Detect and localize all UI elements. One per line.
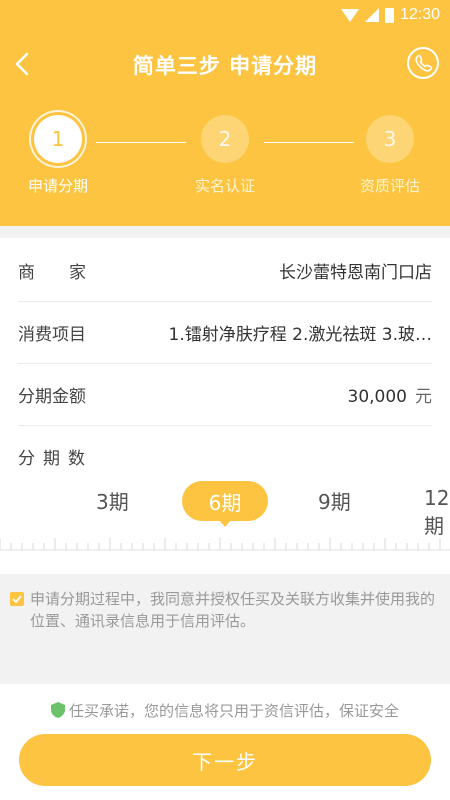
- privacy-text: 任买承诺，您的信息将只用于资信评估，保证安全: [68, 702, 399, 720]
- bottom-bar: 任买承诺，您的信息将只用于资信评估，保证安全 下一步: [0, 684, 450, 800]
- step-label: 实名认证: [194, 177, 255, 195]
- amount-field: 30,000 元: [348, 382, 432, 407]
- items-label: 消费项目: [18, 325, 86, 345]
- amount-value: 30,000: [347, 387, 407, 407]
- period-option-3[interactable]: 3期: [96, 486, 129, 515]
- page-title: 简单三步 申请分期: [132, 54, 318, 78]
- status-time: 12:30: [399, 6, 440, 23]
- shield-icon: [50, 702, 65, 718]
- step-number: 2: [201, 115, 249, 163]
- period-picker[interactable]: 3期 6期 9期 12期: [0, 476, 450, 538]
- period-ruler[interactable]: [0, 536, 450, 552]
- battery-icon: [384, 7, 394, 23]
- merchant-label: 商 家: [18, 263, 86, 283]
- status-bar: 12:30: [0, 0, 450, 32]
- period-option-selected[interactable]: 6期: [182, 481, 268, 527]
- phone-icon[interactable]: [406, 46, 440, 80]
- consent-section: 申请分期过程中，我同意并授权任买及关联方收集并使用我的位置、通讯录信息用于信用评…: [0, 588, 450, 683]
- step-3: 3 资质评估: [340, 115, 440, 196]
- step-1: 1 申请分期: [8, 115, 108, 196]
- merchant-value: 长沙蕾特恩南门口店: [279, 263, 432, 283]
- nav-bar: 简单三步 申请分期: [0, 38, 450, 90]
- period-option-9[interactable]: 9期: [318, 486, 351, 515]
- step-connector: [96, 142, 186, 143]
- wifi-icon: [340, 8, 359, 22]
- step-indicator: 1 申请分期 2 实名认证 3 资质评估: [0, 115, 450, 205]
- step-2: 2 实名认证: [175, 115, 275, 196]
- merchant-row: 商 家 长沙蕾特恩南门口店: [18, 240, 432, 302]
- step-number: 3: [366, 115, 414, 163]
- header: 12:30 简单三步 申请分期 1 申请分期 2 实名认证 3 资质评估: [0, 0, 450, 226]
- items-value: 1.镭射净肤疗程 2.激光祛斑 3.玻…: [168, 325, 432, 345]
- application-form: 商 家 长沙蕾特恩南门口店 消费项目 1.镭射净肤疗程 2.激光祛斑 3.玻… …: [0, 238, 450, 574]
- amount-unit: 元: [415, 387, 432, 407]
- check-icon: [12, 595, 22, 604]
- items-row: 消费项目 1.镭射净肤疗程 2.激光祛斑 3.玻…: [18, 302, 432, 364]
- privacy-note: 任买承诺，您的信息将只用于资信评估，保证安全: [0, 700, 450, 721]
- step-label: 资质评估: [359, 177, 420, 195]
- amount-label: 分期金额: [18, 387, 86, 407]
- period-option-12[interactable]: 12期: [424, 486, 450, 539]
- signal-icon: [364, 8, 379, 22]
- periods-label: 分期数: [18, 449, 93, 469]
- next-step-button[interactable]: 下一步: [19, 734, 431, 786]
- consent-checkbox[interactable]: [10, 592, 24, 606]
- consent-text: 申请分期过程中，我同意并授权任买及关联方收集并使用我的位置、通讯录信息用于信用评…: [30, 590, 436, 630]
- step-number: 1: [34, 115, 82, 163]
- amount-row: 分期金额 30,000 元: [18, 364, 432, 426]
- step-label: 申请分期: [27, 177, 88, 195]
